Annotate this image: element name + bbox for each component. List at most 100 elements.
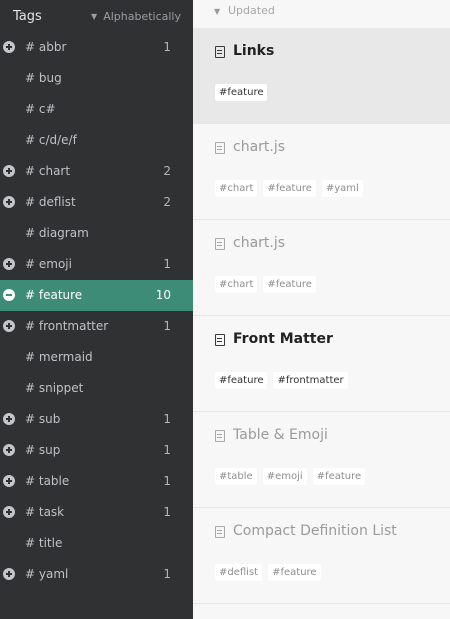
tag-list: # abbr 1 # bug # c# # c/d/e/f # chart 2 # defli… <box>0 32 193 590</box>
tag-name: # mermaid <box>25 350 93 364</box>
note-tag[interactable]: #frontmatter <box>273 372 348 389</box>
tag-item[interactable]: # frontmatter 1 <box>0 311 193 342</box>
document-icon <box>215 430 225 442</box>
note-tag[interactable]: #feature <box>215 84 268 101</box>
note-title: Front Matter <box>233 331 333 347</box>
sort-label: Alphabetically <box>103 10 181 23</box>
expand-icon[interactable] <box>3 165 15 177</box>
tag-name: # diagram <box>25 226 89 240</box>
sort-dropdown[interactable]: ▼ Alphabetically <box>91 10 181 23</box>
note-title: chart.js <box>233 235 286 251</box>
expand-icon[interactable] <box>3 506 15 518</box>
tag-count: 1 <box>163 567 171 581</box>
note-tag[interactable]: #emoji <box>262 468 307 485</box>
chevron-down-icon: ▼ <box>91 12 98 21</box>
sidebar-title: Tags <box>13 9 42 24</box>
tag-item[interactable]: # task 1 <box>0 497 193 528</box>
document-icon <box>215 238 225 250</box>
tag-name: # table <box>25 474 70 488</box>
document-icon <box>215 46 225 58</box>
note-title: Links <box>233 43 275 59</box>
tag-item[interactable]: # sup 1 <box>0 435 193 466</box>
tag-item[interactable]: # chart 2 <box>0 156 193 187</box>
note-tags: #deflist #feature <box>215 564 321 581</box>
tag-item[interactable]: # diagram <box>0 218 193 249</box>
tag-name: # title <box>25 536 63 550</box>
note-tag[interactable]: #feature <box>312 468 366 485</box>
expand-icon[interactable] <box>3 413 15 425</box>
sidebar-header: Tags ▼ Alphabetically <box>0 0 193 34</box>
tag-count: 10 <box>155 288 171 302</box>
tag-name: # sub <box>25 412 61 426</box>
tag-count: 1 <box>163 443 171 457</box>
tag-item[interactable]: # title <box>0 528 193 559</box>
note-item[interactable]: chart.js #chart #feature #yaml <box>193 124 450 220</box>
note-item[interactable]: Links #feature <box>193 28 450 124</box>
tag-count: 1 <box>163 319 171 333</box>
tag-item[interactable]: # emoji 1 <box>0 249 193 280</box>
tag-name: # deflist <box>25 195 76 209</box>
note-tag[interactable]: #chart <box>215 180 258 197</box>
note-tags: #feature <box>215 84 268 101</box>
tag-item[interactable]: # mermaid <box>0 342 193 373</box>
document-icon <box>215 142 225 154</box>
expand-icon[interactable] <box>3 568 15 580</box>
note-tag[interactable]: #yaml <box>321 180 363 197</box>
tag-sidebar: Tags ▼ Alphabetically # abbr 1 # bug # c# # c… <box>0 0 193 619</box>
tag-item[interactable]: # deflist 2 <box>0 187 193 218</box>
tag-count: 1 <box>163 257 171 271</box>
tag-name: # chart <box>25 164 71 178</box>
tag-count: 2 <box>163 164 171 178</box>
tag-name: # c# <box>25 102 56 116</box>
note-title: chart.js <box>233 139 286 155</box>
document-icon <box>215 334 225 346</box>
tag-item[interactable]: # c/d/e/f <box>0 125 193 156</box>
note-title: Compact Definition List <box>233 523 397 539</box>
tag-name: # feature <box>25 288 83 302</box>
tag-item[interactable]: # bug <box>0 63 193 94</box>
note-list-panel: ▼ Updated Links #feature chart.js #chart #fe… <box>193 0 450 619</box>
tag-count: 1 <box>163 505 171 519</box>
expand-icon[interactable] <box>3 444 15 456</box>
tag-name: # sup <box>25 443 61 457</box>
expand-icon[interactable] <box>3 196 15 208</box>
note-title: Table & Emoji <box>233 427 328 443</box>
tag-count: 2 <box>163 195 171 209</box>
note-tag[interactable]: #feature <box>263 180 316 197</box>
note-tag[interactable]: #chart <box>215 276 258 293</box>
tag-item[interactable]: # c# <box>0 94 193 125</box>
tag-name: # snippet <box>25 381 84 395</box>
tag-count: 1 <box>163 412 171 426</box>
note-tag[interactable]: #feature <box>268 564 321 581</box>
note-item[interactable]: Front Matter #feature #frontmatter <box>193 316 450 412</box>
tag-item[interactable]: # sub 1 <box>0 404 193 435</box>
tag-item[interactable]: # yaml 1 <box>0 559 193 590</box>
note-item[interactable]: Table & Emoji #table #emoji #feature <box>193 412 450 508</box>
tag-name: # frontmatter <box>25 319 109 333</box>
expand-icon[interactable] <box>3 475 15 487</box>
expand-icon[interactable] <box>3 258 15 270</box>
note-tag[interactable]: #feature <box>263 276 316 293</box>
note-tag[interactable]: #deflist <box>215 564 263 581</box>
tag-item[interactable]: # abbr 1 <box>0 32 193 63</box>
tag-item[interactable]: # feature 10 <box>0 280 193 311</box>
expand-icon[interactable] <box>3 41 15 53</box>
note-list-header[interactable]: ▼ Updated <box>193 0 450 28</box>
collapse-icon[interactable] <box>3 289 15 301</box>
chevron-down-icon: ▼ <box>214 7 221 16</box>
tag-name: # yaml <box>25 567 69 581</box>
tag-name: # emoji <box>25 257 72 271</box>
note-tags: #table #emoji #feature <box>215 468 366 485</box>
note-item[interactable]: Compact Definition List #deflist #feature <box>193 508 450 604</box>
expand-icon[interactable] <box>3 320 15 332</box>
note-tag[interactable]: #feature <box>215 372 268 389</box>
note-item[interactable]: chart.js #chart #feature <box>193 220 450 316</box>
tag-item[interactable]: # snippet <box>0 373 193 404</box>
sort-label: Updated <box>228 4 275 17</box>
document-icon <box>215 526 225 538</box>
note-tag[interactable]: #table <box>215 468 257 485</box>
tag-name: # abbr <box>25 40 67 54</box>
tag-name: # c/d/e/f <box>25 133 77 147</box>
note-tags: #chart #feature #yaml <box>215 180 363 197</box>
tag-item[interactable]: # table 1 <box>0 466 193 497</box>
